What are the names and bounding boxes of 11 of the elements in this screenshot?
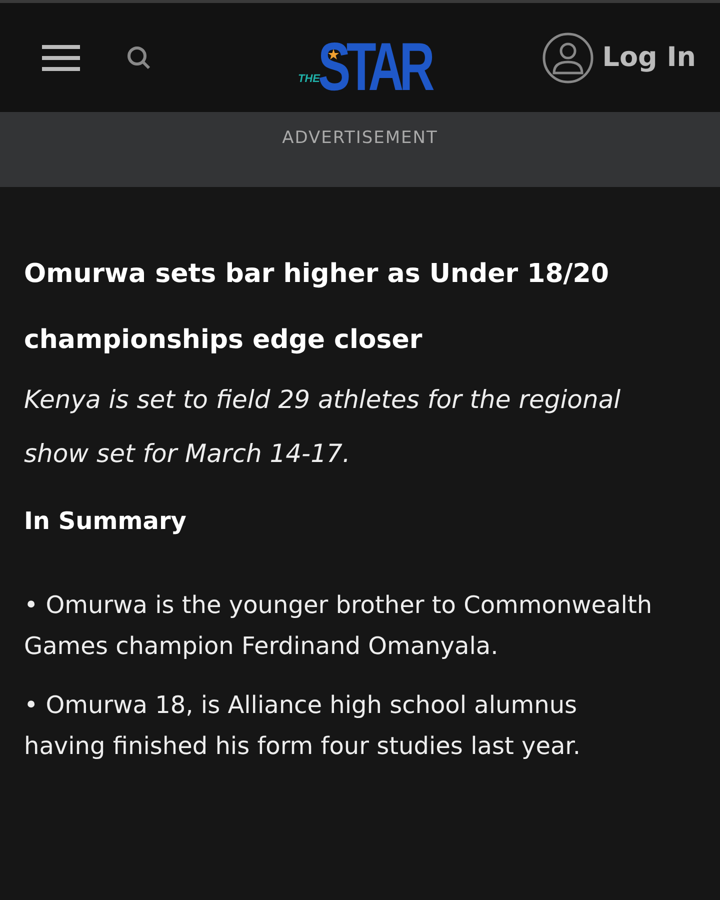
- headline: Omurwa sets bar higher as Under 18/20 championships edge closer: [24, 258, 610, 357]
- search-icon[interactable]: [126, 44, 152, 70]
- login-button[interactable]: Log In: [542, 32, 696, 84]
- summary-point: • Omurwa is the younger brother to Commonwealth Games champion Ferdinand Omanyala.: [24, 590, 654, 662]
- summary-point: • Omurwa 18, is Alliance high school alumnus having finished his form four studies last year.: [24, 690, 582, 762]
- logo[interactable]: THESTAR: [298, 31, 442, 103]
- user-icon: [542, 32, 594, 84]
- menu-icon[interactable]: [42, 44, 80, 70]
- standfirst: Kenya is set to field 29 athletes for the regional show set for March 14-17.: [24, 384, 622, 470]
- advertisement-label: ADVERTISEMENT: [282, 128, 438, 150]
- summary-title: In Summary: [24, 507, 188, 535]
